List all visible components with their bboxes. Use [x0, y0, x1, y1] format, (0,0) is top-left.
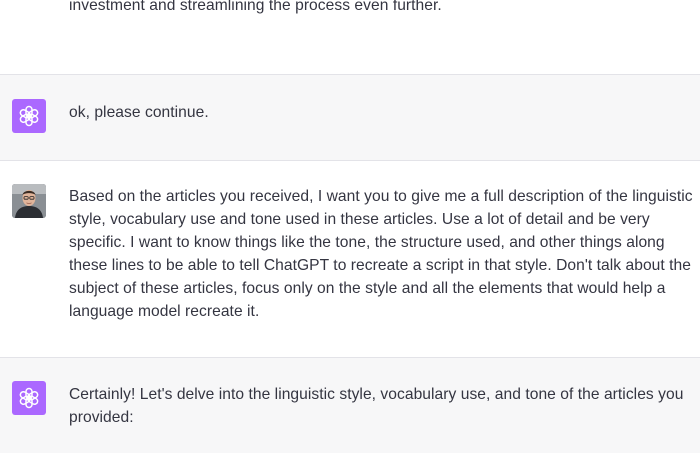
openai-logo-icon	[12, 381, 46, 415]
message-text: Based on the articles you received, I wa…	[69, 188, 693, 320]
message-text: Certainly! Let's delve into the linguist…	[69, 386, 684, 426]
message-text: investment and streamlining the process …	[69, 0, 442, 14]
message-assistant: ok, please continue.	[0, 75, 700, 160]
message-user: Based on the articles you received, I wa…	[0, 161, 700, 357]
openai-logo-icon	[12, 99, 46, 133]
message-assistant: Certainly! Let's delve into the linguist…	[0, 358, 700, 453]
message-previous: investment and streamlining the process …	[0, 0, 700, 75]
user-avatar	[12, 184, 46, 218]
message-text: ok, please continue.	[69, 104, 209, 121]
